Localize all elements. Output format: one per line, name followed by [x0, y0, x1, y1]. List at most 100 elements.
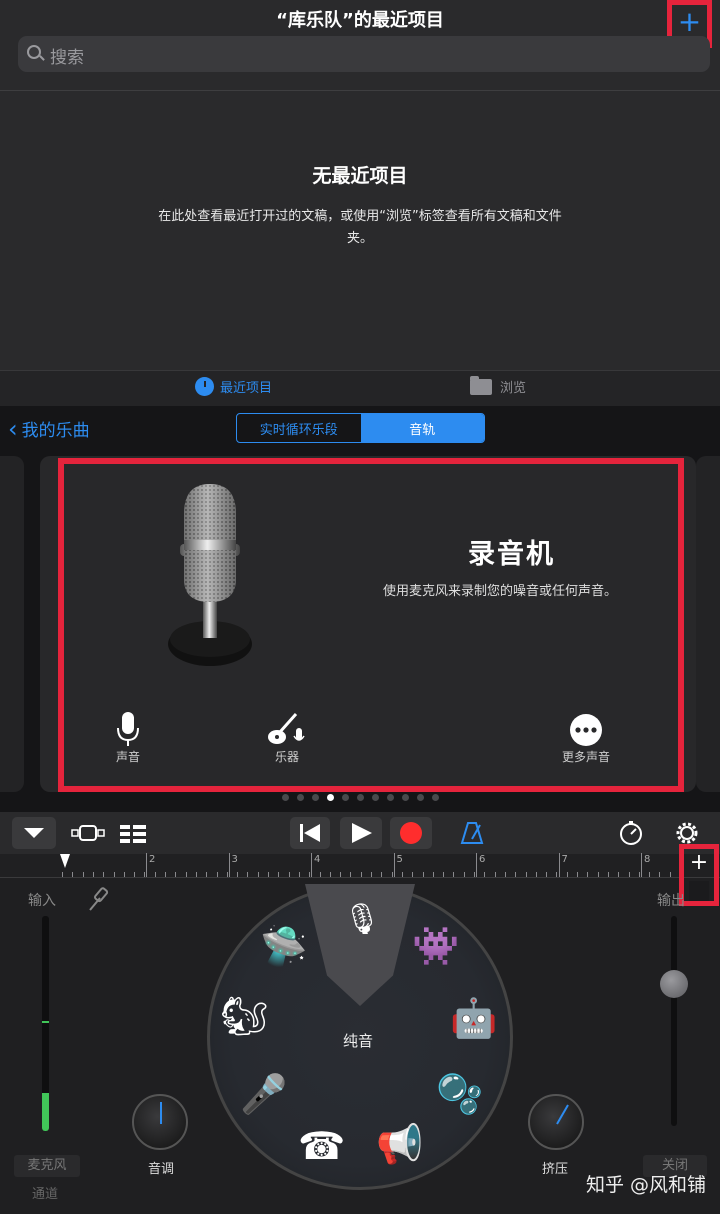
preset-bubbles-icon[interactable]: 🫧	[436, 1074, 483, 1114]
compressor-label: 挤压	[542, 1162, 569, 1177]
input-label: 输入	[28, 893, 56, 909]
ruler-tick	[669, 872, 671, 877]
rewind-icon	[300, 824, 320, 842]
tracks-view-button[interactable]	[66, 817, 110, 849]
page-dot[interactable]	[431, 794, 439, 801]
ruler-bar-number: 4	[314, 854, 321, 865]
playhead[interactable]	[60, 854, 70, 868]
timeline-ruler[interactable]: 2 3 4 5 6 7 8	[0, 853, 720, 878]
ruler-tick	[566, 872, 568, 877]
page-dot[interactable]	[416, 794, 424, 801]
volume-slider-thumb[interactable]	[660, 970, 688, 998]
page-dot[interactable]	[356, 794, 364, 801]
preset-robot-icon[interactable]: 🤖	[450, 998, 497, 1038]
page-dot[interactable]	[281, 794, 289, 801]
ruler-tick	[195, 872, 197, 877]
ruler-tick	[123, 872, 125, 877]
ruler-tick	[659, 872, 661, 877]
ruler-tick	[525, 872, 527, 877]
page-dot[interactable]	[311, 794, 319, 801]
tempo-button[interactable]	[614, 817, 648, 849]
ruler-tick	[597, 872, 599, 877]
ruler-bar-tick	[228, 853, 230, 877]
tracks-view-icon	[71, 825, 105, 841]
clock-icon	[195, 377, 214, 396]
ruler-bar-tick	[476, 853, 477, 877]
ruler-tick	[381, 872, 383, 877]
ruler-tick	[257, 872, 259, 877]
empty-state-description: 在此处查看最近打开过的文稿，或使用“浏览”标签查看所有文稿和文件夹。	[158, 209, 562, 246]
tab-browse[interactable]: 浏览	[470, 375, 527, 396]
ruler-tick	[134, 872, 136, 877]
search-icon	[27, 45, 41, 59]
pitch-knob[interactable]	[132, 1094, 188, 1150]
back-button[interactable]: ‹ 我的乐曲	[8, 416, 90, 442]
preset-chipmunk-icon[interactable]: 🐿	[220, 996, 268, 1036]
ruler-bar-number: 2	[149, 854, 156, 865]
ruler-tick	[515, 872, 517, 877]
folder-icon	[470, 375, 492, 395]
ruler-tick	[268, 872, 269, 877]
mixer-button[interactable]	[112, 817, 152, 849]
input-level-meter	[42, 916, 49, 1131]
output-label: 输出	[657, 893, 685, 909]
page-dot[interactable]	[326, 794, 334, 801]
page-dot[interactable]	[401, 794, 409, 801]
ruler-tick	[340, 872, 342, 877]
ruler-tick	[607, 872, 609, 877]
plus-icon: +	[677, 5, 702, 38]
preset-alien-ufo-icon[interactable]: 🛸	[260, 926, 307, 966]
ruler-tick	[412, 872, 414, 877]
play-button[interactable]	[340, 817, 382, 849]
ruler-tick	[556, 872, 558, 877]
page-dot[interactable]	[371, 794, 379, 801]
ruler-tick	[628, 872, 630, 877]
ruler-tick	[165, 872, 166, 877]
tab-browse-label: 浏览	[500, 381, 527, 396]
ruler-tick	[577, 872, 578, 877]
ruler-tick	[185, 872, 187, 877]
preset-microphone-icon[interactable]: 🎤	[240, 1074, 287, 1114]
page-dot[interactable]	[341, 794, 349, 801]
ruler-tick	[494, 872, 496, 877]
tab-recent[interactable]: 最近项目	[195, 377, 272, 396]
ruler-tick	[216, 872, 218, 877]
instrument-browser: ‹ 我的乐曲 实时循环乐段 音轨 录音机 使用麦克风来录制您的噪音或任何声音。 …	[0, 406, 720, 812]
prev-card[interactable]	[0, 456, 24, 792]
watermark: 知乎 @风和铺	[586, 1170, 706, 1197]
ruler-tick	[535, 872, 537, 877]
next-card[interactable]	[696, 456, 720, 792]
ruler-tick	[463, 872, 465, 877]
preset-monster-icon[interactable]: 👾	[412, 926, 459, 966]
ruler-tick	[360, 872, 362, 877]
page-dot[interactable]	[296, 794, 304, 801]
highlight-frame	[58, 458, 684, 792]
preset-telephone-icon[interactable]: ☎	[298, 1126, 345, 1166]
output-volume-slider[interactable]	[671, 916, 677, 1126]
preset-megaphone-icon[interactable]: 📢	[376, 1124, 423, 1164]
ruler-tick	[72, 872, 74, 877]
watermark-text: 知乎 @风和铺	[586, 1174, 707, 1196]
segment-tracks[interactable]: 音轨	[360, 414, 484, 442]
preset-clean-mic-icon[interactable]: 🎙	[343, 900, 381, 940]
page-indicator[interactable]	[0, 794, 720, 801]
segment-live-loops[interactable]: 实时循环乐段	[237, 414, 361, 442]
empty-state-title: 无最近项目	[312, 165, 408, 187]
ruler-tick	[391, 872, 393, 877]
divider	[0, 90, 720, 91]
ruler-tick	[587, 872, 589, 877]
microphone-button[interactable]: 麦克风	[14, 1155, 80, 1177]
add-section-button[interactable]: +	[679, 844, 719, 906]
compressor-knob[interactable]	[528, 1094, 584, 1150]
ruler-tick	[618, 872, 620, 877]
metronome-button[interactable]	[456, 817, 488, 849]
search-input[interactable]: 搜索	[18, 36, 710, 72]
gear-icon	[676, 822, 698, 844]
rewind-button[interactable]	[290, 817, 330, 849]
page-dot[interactable]	[386, 794, 394, 801]
record-button[interactable]	[390, 817, 432, 849]
dropdown-button[interactable]	[12, 817, 56, 849]
segmented-control: 实时循环乐段 音轨	[236, 413, 485, 443]
input-plug-icon[interactable]	[86, 884, 110, 914]
ruler-tick	[92, 872, 94, 877]
